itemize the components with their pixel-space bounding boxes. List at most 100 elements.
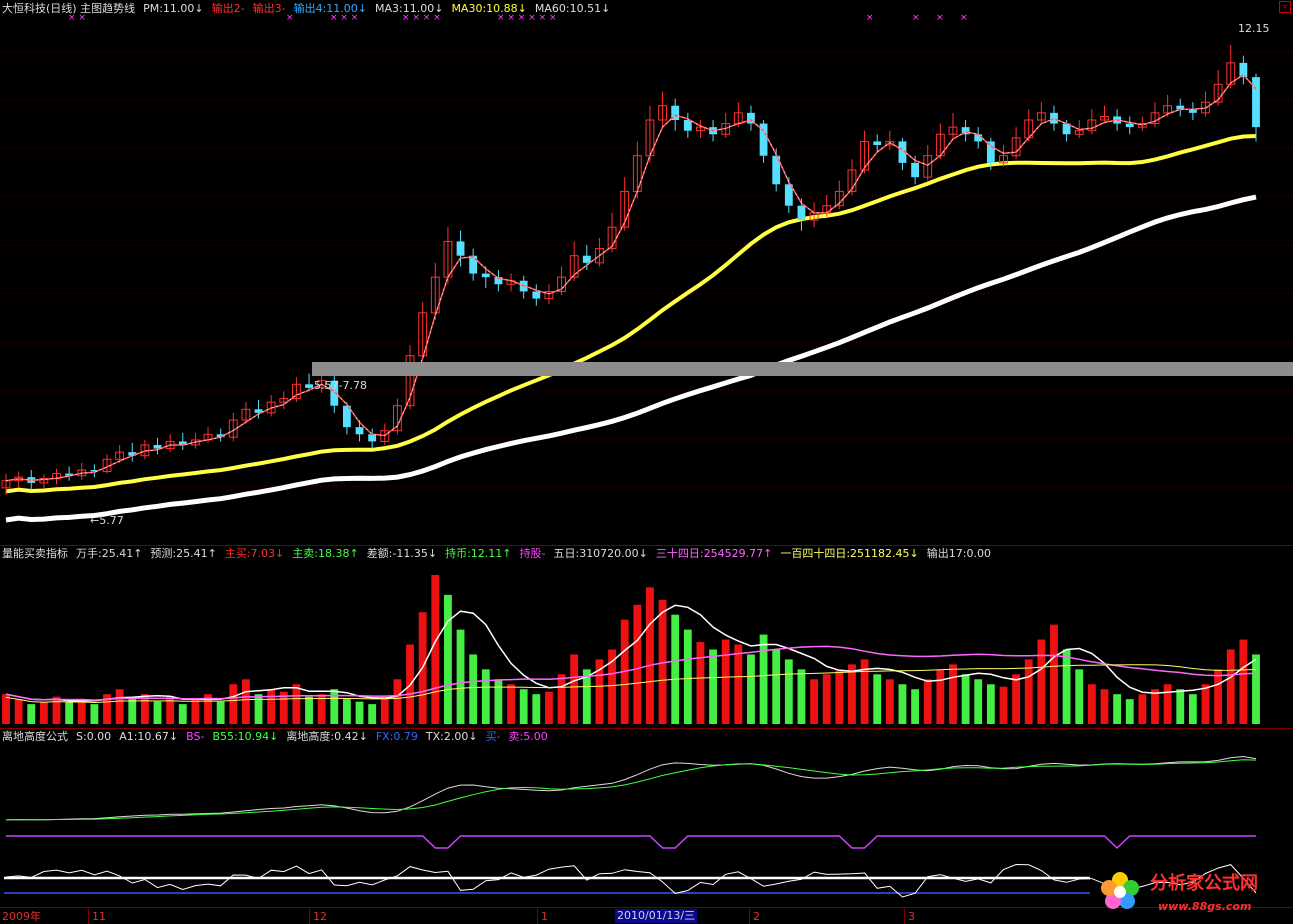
header-value: 量能买卖指标: [2, 547, 68, 560]
volume-bar: [734, 644, 743, 724]
header-value: BS-: [186, 730, 205, 743]
x-tick: [537, 908, 538, 924]
candle-body: [481, 273, 490, 278]
volume-bar: [1226, 649, 1235, 724]
volume-bar: [444, 594, 452, 724]
volume-bar: [1138, 694, 1147, 724]
header-value: 万手:25.41↑: [76, 547, 143, 560]
volume-bar: [1201, 684, 1210, 724]
volume-bar: [810, 679, 818, 724]
candle-body: [469, 255, 478, 274]
volume-bar: [153, 701, 162, 724]
x-tick: [88, 908, 89, 924]
volume-bar: [77, 699, 86, 724]
b55-line: [5, 759, 1257, 821]
volume-bar: [747, 654, 755, 724]
volume-bar: [65, 701, 74, 724]
candle-body: [305, 384, 313, 388]
panel-separator: [0, 545, 1293, 546]
candle-body: [532, 291, 541, 299]
selected-date-cursor[interactable]: 2010/01/13/三: [615, 909, 698, 923]
candlestick-series: [1, 45, 1260, 495]
x-tick: [904, 908, 905, 924]
volume-bar: [1214, 669, 1223, 724]
candle-body: [355, 427, 364, 435]
volume-bar: [848, 664, 856, 724]
volume-bar: [90, 704, 99, 724]
x-label-dec: 12: [313, 910, 327, 923]
signal-cross: × × × × × ×: [497, 13, 557, 23]
volume-bar: [1113, 694, 1122, 724]
volume-bar: [835, 669, 844, 724]
signal-cross: × ×: [68, 13, 86, 23]
signal-cross: ×: [960, 13, 968, 23]
header-value: 输出3-: [252, 2, 286, 15]
header-value: 主卖:18.38↑: [292, 547, 359, 560]
volume-bar: [873, 674, 882, 724]
x-label-nov: 11: [92, 910, 106, 923]
volume-bar: [355, 701, 364, 724]
candle-body: [683, 120, 692, 131]
header-value: 五日:310720.00↓: [553, 547, 648, 560]
header-value: PM:11.00↓: [143, 2, 204, 15]
signal-cross: ×: [936, 13, 944, 23]
volume-bar: [330, 689, 339, 724]
header-value: 预测:25.41↑: [150, 547, 217, 560]
x-label-jan: 1: [541, 910, 548, 923]
volume-bar: [949, 664, 957, 724]
volume-bar: [254, 694, 263, 724]
volume-bar: [911, 689, 920, 724]
volume-bar: [229, 684, 238, 724]
volume-bar: [469, 654, 478, 724]
trend-line: [5, 73, 1257, 482]
volume-bar: [545, 691, 553, 724]
bs-line: [6, 835, 1256, 850]
panel-separator: [0, 728, 1293, 729]
indicator-panel-header: 离地高度公式 S:0.00 A1:10.67↓ BS- B55:10.94↓ 离地高度:0…: [2, 730, 548, 744]
volume-bar: [557, 674, 566, 724]
volume-bar: [936, 669, 945, 724]
volume-panel-header: 量能买卖指标 万手:25.41↑ 预测:25.41↑ 主买:7.03↓ 主卖:18.38…: [2, 547, 991, 561]
volume-bar: [393, 679, 402, 724]
header-value: A1:10.67↓: [119, 730, 179, 743]
price-chart[interactable]: [0, 0, 1293, 924]
volume-bar: [178, 704, 187, 724]
signal-cross: ×: [912, 13, 920, 23]
volume-bar: [1252, 654, 1260, 724]
volume-bar: [342, 699, 351, 724]
height-oscillator: [5, 863, 1257, 898]
volume-bar: [772, 649, 781, 724]
volume-bar: [646, 587, 654, 724]
volume-bar: [721, 639, 730, 724]
volume-bar: [1062, 649, 1071, 724]
volume-bar: [305, 696, 313, 724]
header-value: 持股-: [519, 547, 546, 560]
candle-body: [456, 241, 465, 256]
header-value: 买-: [485, 730, 501, 743]
high-price-label: 12.15: [1238, 22, 1270, 35]
close-icon[interactable]: ×: [1279, 1, 1291, 13]
signal-cross: × × ×: [330, 13, 359, 23]
candle-body: [1252, 77, 1260, 128]
x-tick: [309, 908, 310, 924]
volume-bar: [1024, 659, 1033, 724]
header-value: TX:2.00↓: [425, 730, 478, 743]
x-label-year: 2009年: [2, 910, 41, 923]
volume-bar: [961, 674, 970, 724]
header-value: 三十四日:254529.77↑: [655, 547, 773, 560]
trend-dots: [5, 74, 1257, 481]
candle-body: [797, 205, 806, 220]
volume-bar: [507, 684, 515, 724]
header-value: 离地高度:0.42↓: [286, 730, 368, 743]
volume-bar: [494, 679, 503, 724]
volume-bar: [885, 679, 894, 724]
volume-bar: [759, 634, 768, 724]
volume-bar: [671, 614, 680, 724]
candle-body: [873, 141, 882, 145]
volume-bar: [128, 699, 137, 724]
volume-bar: [216, 701, 225, 724]
volume-bar: [797, 669, 806, 724]
volume-bar: [570, 654, 579, 724]
candle-body: [911, 162, 920, 178]
volume-bar: [974, 679, 983, 724]
